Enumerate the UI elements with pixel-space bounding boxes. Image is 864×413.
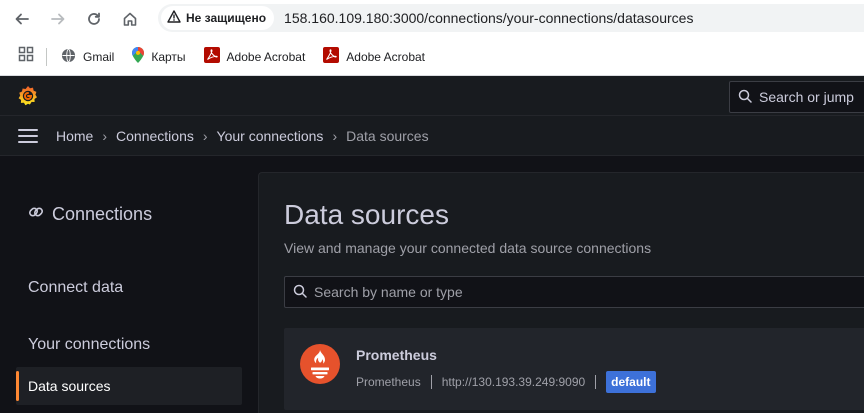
section-sidebar: Connections Connect data Your connection… — [0, 156, 258, 413]
bookmarks-divider — [46, 47, 47, 66]
chevron-right-icon: › — [332, 127, 338, 144]
page-subtitle: View and manage your connected data sour… — [284, 240, 652, 256]
bookmark-adobe-acrobat-2[interactable]: Adobe Acrobat — [323, 47, 425, 66]
maps-pin-icon — [132, 47, 145, 66]
search-icon — [738, 89, 752, 106]
datasource-name[interactable]: Prometheus — [356, 347, 437, 363]
bookmark-label: Gmail — [83, 49, 115, 64]
warning-icon — [167, 10, 181, 26]
meta-divider — [430, 375, 432, 389]
security-label: Не защищено — [186, 11, 267, 25]
bookmark-maps[interactable]: Карты — [132, 47, 186, 66]
sidebar-item-your-connections[interactable]: Your connections — [28, 336, 150, 354]
breadcrumb-data-sources: Data sources — [346, 127, 429, 144]
reload-icon[interactable] — [83, 8, 105, 30]
globe-icon — [61, 48, 76, 66]
acrobat-icon — [323, 47, 340, 66]
prometheus-icon — [300, 344, 340, 384]
forward-arrow-icon[interactable] — [47, 8, 69, 30]
sidebar-item-connect-data[interactable]: Connect data — [28, 279, 123, 297]
bookmark-label: Карты — [151, 49, 186, 64]
active-indicator — [16, 371, 19, 401]
search-icon — [293, 284, 307, 301]
sidebar-title-text: Connections — [52, 204, 153, 224]
datasource-meta: Prometheus http://130.193.39.249:9090 de… — [356, 370, 656, 394]
bookmark-label: Adobe Acrobat — [226, 49, 306, 64]
datasource-search-input[interactable]: Search by name or type — [284, 276, 864, 308]
breadcrumb-home[interactable]: Home — [56, 128, 93, 144]
browser-toolbar: Не защищено 158.160.109.180:3000/connect… — [0, 0, 864, 38]
chevron-right-icon: › — [202, 127, 208, 144]
sidebar-item-label: Data sources — [28, 378, 111, 394]
menu-icon[interactable] — [18, 128, 38, 143]
home-icon[interactable] — [119, 8, 141, 30]
back-arrow-icon[interactable] — [11, 8, 33, 30]
datasource-type: Prometheus — [356, 375, 421, 389]
grafana-topbar: Search or jump — [0, 76, 864, 116]
breadcrumb-bar: Home › Connections › Your connections › … — [0, 116, 864, 156]
meta-divider — [595, 375, 597, 389]
breadcrumb-your-connections[interactable]: Your connections — [217, 128, 324, 144]
grafana-logo-icon[interactable] — [16, 84, 40, 108]
sidebar-title: Connections — [28, 204, 152, 225]
url-text[interactable]: 158.160.109.180:3000/connections/your-co… — [284, 10, 693, 26]
bookmark-gmail[interactable]: Gmail — [61, 48, 114, 66]
page-title: Data sources — [284, 199, 449, 230]
search-or-jump-input[interactable]: Search or jump — [729, 81, 864, 113]
bookmark-adobe-acrobat[interactable]: Adobe Acrobat — [203, 47, 306, 66]
address-bar[interactable]: Не защищено 158.160.109.180:3000/connect… — [158, 4, 864, 32]
search-placeholder: Search or jump — [759, 89, 854, 105]
security-indicator[interactable]: Не защищено — [161, 6, 275, 30]
default-badge: default — [606, 371, 656, 393]
apps-grid-icon[interactable] — [18, 46, 34, 67]
bookmark-label: Adobe Acrobat — [346, 49, 426, 64]
breadcrumb-connections[interactable]: Connections — [116, 128, 194, 144]
acrobat-icon — [203, 47, 220, 66]
datasource-url: http://130.193.39.249:9090 — [441, 375, 586, 389]
bookmarks-bar: Gmail Карты Adobe Acrobat Adobe Acrobat — [0, 38, 864, 76]
search-placeholder: Search by name or type — [314, 284, 463, 300]
datasource-card[interactable]: Prometheus Prometheus http://130.193.39.… — [284, 328, 864, 410]
link-chain-icon — [28, 204, 44, 225]
sidebar-item-data-sources[interactable]: Data sources — [16, 367, 242, 405]
chevron-right-icon: › — [102, 127, 108, 144]
main-content: Data sources View and manage your connec… — [258, 172, 864, 413]
